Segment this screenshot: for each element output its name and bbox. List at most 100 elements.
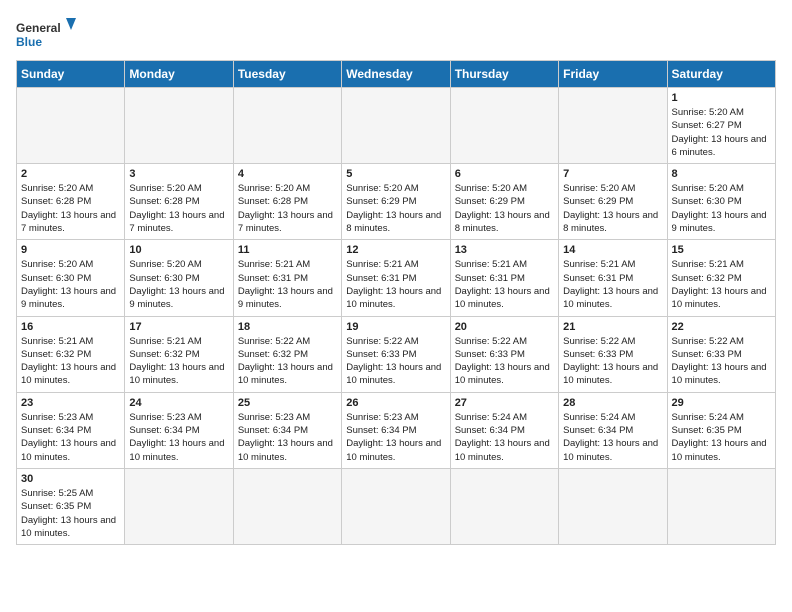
day-number: 27 (455, 397, 554, 409)
week-row-0: 1 Sunrise: 5:20 AM Sunset: 6:27 PM Daylig… (17, 88, 776, 164)
day-info: Sunrise: 5:20 AM Sunset: 6:28 PM Dayligh… (238, 182, 337, 235)
calendar-cell: 9 Sunrise: 5:20 AM Sunset: 6:30 PM Daylig… (17, 240, 125, 316)
day-info: Sunrise: 5:20 AM Sunset: 6:30 PM Dayligh… (672, 182, 771, 235)
day-info: Sunrise: 5:23 AM Sunset: 6:34 PM Dayligh… (346, 411, 445, 464)
calendar-cell: 11Sunrise: 5:21 AM Sunset: 6:31 PM Dayli… (233, 240, 341, 316)
day-number: 29 (672, 397, 771, 409)
day-number: 23 (21, 397, 120, 409)
day-number: 2 (21, 168, 120, 180)
calendar-cell (342, 88, 450, 164)
calendar-cell: 15Sunrise: 5:21 AM Sunset: 6:32 PM Dayli… (667, 240, 775, 316)
calendar-cell: 18 Sunrise: 5:22 AM Sunset: 6:32 PM Dayli… (233, 316, 341, 392)
day-info: Sunrise: 5:20 AM Sunset: 6:27 PM Dayligh… (672, 106, 771, 159)
day-number: 13 (455, 244, 554, 256)
calendar-table: SundayMondayTuesdayWednesdayThursdayFrid… (16, 60, 776, 545)
calendar-cell: 5Sunrise: 5:20 AM Sunset: 6:29 PM Daylig… (342, 164, 450, 240)
calendar-cell: 10 Sunrise: 5:20 AM Sunset: 6:30 PM Dayli… (125, 240, 233, 316)
day-number: 28 (563, 397, 662, 409)
day-info: Sunrise: 5:22 AM Sunset: 6:33 PM Dayligh… (563, 335, 662, 388)
week-row-2: 9 Sunrise: 5:20 AM Sunset: 6:30 PM Daylig… (17, 240, 776, 316)
day-number: 7 (563, 168, 662, 180)
day-info: Sunrise: 5:20 AM Sunset: 6:29 PM Dayligh… (455, 182, 554, 235)
calendar-cell: 23 Sunrise: 5:23 AM Sunset: 6:34 PM Dayli… (17, 392, 125, 468)
week-row-1: 2 Sunrise: 5:20 AM Sunset: 6:28 PM Daylig… (17, 164, 776, 240)
calendar-cell: 4Sunrise: 5:20 AM Sunset: 6:28 PM Daylig… (233, 164, 341, 240)
calendar-cell: 7 Sunrise: 5:20 AM Sunset: 6:29 PM Daylig… (559, 164, 667, 240)
calendar-cell: 24Sunrise: 5:23 AM Sunset: 6:34 PM Dayli… (125, 392, 233, 468)
day-info: Sunrise: 5:23 AM Sunset: 6:34 PM Dayligh… (238, 411, 337, 464)
day-info: Sunrise: 5:21 AM Sunset: 6:32 PM Dayligh… (672, 258, 771, 311)
calendar-header: SundayMondayTuesdayWednesdayThursdayFrid… (17, 61, 776, 88)
calendar-cell (667, 468, 775, 544)
calendar-body: 1 Sunrise: 5:20 AM Sunset: 6:27 PM Daylig… (17, 88, 776, 545)
day-info: Sunrise: 5:20 AM Sunset: 6:28 PM Dayligh… (21, 182, 120, 235)
calendar-cell (125, 468, 233, 544)
day-info: Sunrise: 5:23 AM Sunset: 6:34 PM Dayligh… (129, 411, 228, 464)
day-number: 11 (238, 244, 337, 256)
calendar-cell: 22Sunrise: 5:22 AM Sunset: 6:33 PM Dayli… (667, 316, 775, 392)
calendar-cell: 29 Sunrise: 5:24 AM Sunset: 6:35 PM Dayli… (667, 392, 775, 468)
calendar-cell (450, 88, 558, 164)
day-info: Sunrise: 5:20 AM Sunset: 6:29 PM Dayligh… (346, 182, 445, 235)
calendar-cell: 12Sunrise: 5:21 AM Sunset: 6:31 PM Dayli… (342, 240, 450, 316)
day-info: Sunrise: 5:20 AM Sunset: 6:28 PM Dayligh… (129, 182, 228, 235)
day-number: 9 (21, 244, 120, 256)
calendar-cell: 3 Sunrise: 5:20 AM Sunset: 6:28 PM Daylig… (125, 164, 233, 240)
calendar-cell: 2 Sunrise: 5:20 AM Sunset: 6:28 PM Daylig… (17, 164, 125, 240)
day-number: 3 (129, 168, 228, 180)
header-day-thursday: Thursday (450, 61, 558, 88)
day-number: 1 (672, 92, 771, 104)
day-info: Sunrise: 5:24 AM Sunset: 6:34 PM Dayligh… (455, 411, 554, 464)
week-row-4: 23 Sunrise: 5:23 AM Sunset: 6:34 PM Dayli… (17, 392, 776, 468)
day-info: Sunrise: 5:22 AM Sunset: 6:33 PM Dayligh… (455, 335, 554, 388)
day-info: Sunrise: 5:24 AM Sunset: 6:34 PM Dayligh… (563, 411, 662, 464)
calendar-cell: 26 Sunrise: 5:23 AM Sunset: 6:34 PM Dayli… (342, 392, 450, 468)
day-info: Sunrise: 5:21 AM Sunset: 6:31 PM Dayligh… (563, 258, 662, 311)
calendar-cell (450, 468, 558, 544)
week-row-5: 30 Sunrise: 5:25 AM Sunset: 6:35 PM Dayli… (17, 468, 776, 544)
svg-text:General: General (16, 21, 61, 35)
calendar-cell: 8 Sunrise: 5:20 AM Sunset: 6:30 PM Daylig… (667, 164, 775, 240)
day-number: 18 (238, 321, 337, 333)
day-number: 8 (672, 168, 771, 180)
week-row-3: 16Sunrise: 5:21 AM Sunset: 6:32 PM Dayli… (17, 316, 776, 392)
calendar-cell: 21Sunrise: 5:22 AM Sunset: 6:33 PM Dayli… (559, 316, 667, 392)
calendar-cell: 30 Sunrise: 5:25 AM Sunset: 6:35 PM Dayli… (17, 468, 125, 544)
day-number: 26 (346, 397, 445, 409)
day-number: 30 (21, 473, 120, 485)
header-day-saturday: Saturday (667, 61, 775, 88)
calendar-cell: 20 Sunrise: 5:22 AM Sunset: 6:33 PM Dayli… (450, 316, 558, 392)
day-number: 6 (455, 168, 554, 180)
calendar-cell: 1 Sunrise: 5:20 AM Sunset: 6:27 PM Daylig… (667, 88, 775, 164)
calendar-cell (559, 88, 667, 164)
day-info: Sunrise: 5:21 AM Sunset: 6:32 PM Dayligh… (21, 335, 120, 388)
calendar-cell (233, 88, 341, 164)
logo: General Blue (16, 16, 76, 52)
day-info: Sunrise: 5:24 AM Sunset: 6:35 PM Dayligh… (672, 411, 771, 464)
day-info: Sunrise: 5:25 AM Sunset: 6:35 PM Dayligh… (21, 487, 120, 540)
calendar-cell (342, 468, 450, 544)
calendar-cell: 25 Sunrise: 5:23 AM Sunset: 6:34 PM Dayli… (233, 392, 341, 468)
day-info: Sunrise: 5:22 AM Sunset: 6:32 PM Dayligh… (238, 335, 337, 388)
calendar-cell (559, 468, 667, 544)
day-info: Sunrise: 5:22 AM Sunset: 6:33 PM Dayligh… (672, 335, 771, 388)
calendar-cell (125, 88, 233, 164)
calendar-cell (17, 88, 125, 164)
calendar-cell: 17Sunrise: 5:21 AM Sunset: 6:32 PM Dayli… (125, 316, 233, 392)
calendar-cell: 28 Sunrise: 5:24 AM Sunset: 6:34 PM Dayli… (559, 392, 667, 468)
svg-text:Blue: Blue (16, 35, 42, 49)
day-number: 25 (238, 397, 337, 409)
day-number: 17 (129, 321, 228, 333)
header-day-wednesday: Wednesday (342, 61, 450, 88)
day-number: 10 (129, 244, 228, 256)
calendar-cell (233, 468, 341, 544)
day-info: Sunrise: 5:20 AM Sunset: 6:30 PM Dayligh… (129, 258, 228, 311)
day-info: Sunrise: 5:20 AM Sunset: 6:29 PM Dayligh… (563, 182, 662, 235)
day-number: 20 (455, 321, 554, 333)
header-day-friday: Friday (559, 61, 667, 88)
day-info: Sunrise: 5:20 AM Sunset: 6:30 PM Dayligh… (21, 258, 120, 311)
day-number: 12 (346, 244, 445, 256)
day-info: Sunrise: 5:23 AM Sunset: 6:34 PM Dayligh… (21, 411, 120, 464)
calendar-cell: 27 Sunrise: 5:24 AM Sunset: 6:34 PM Dayli… (450, 392, 558, 468)
header-day-monday: Monday (125, 61, 233, 88)
